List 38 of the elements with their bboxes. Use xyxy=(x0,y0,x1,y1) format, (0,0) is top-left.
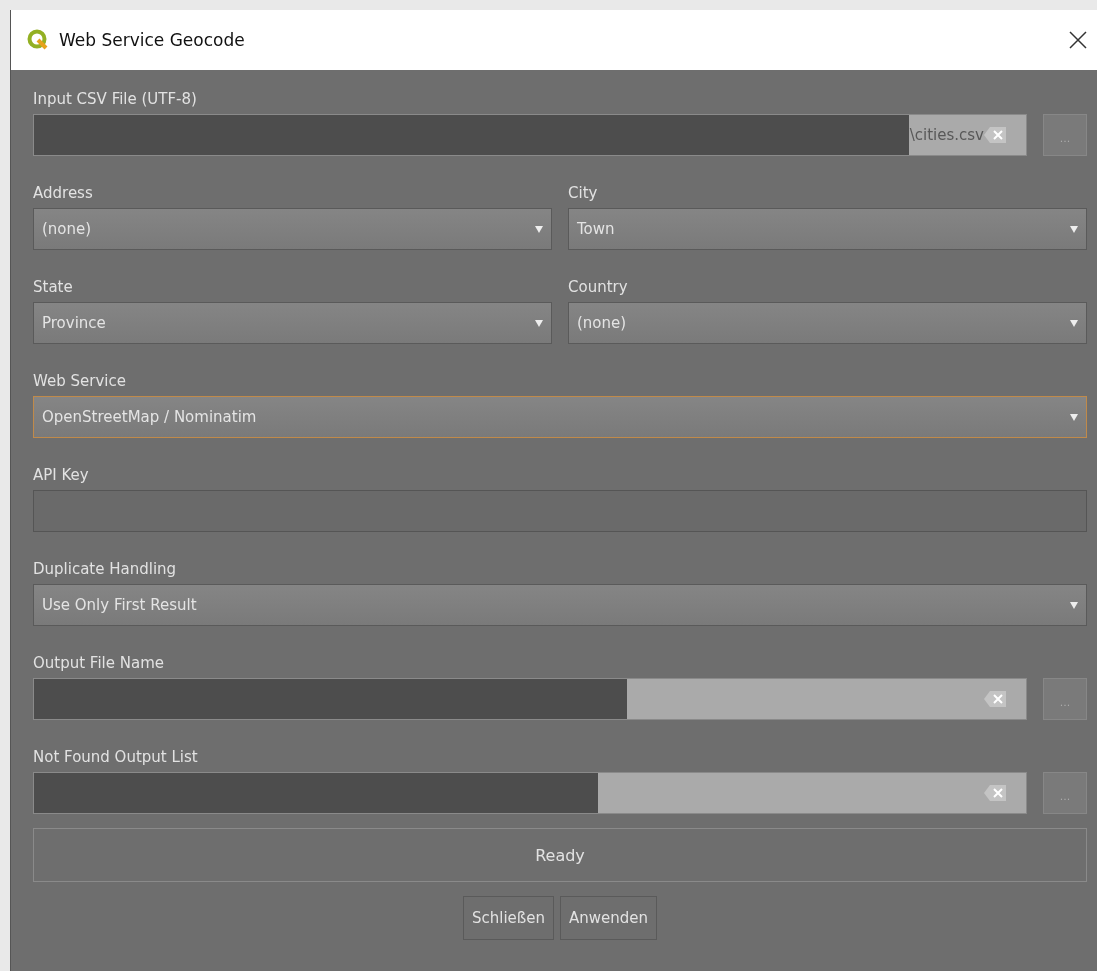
dropdown[interactable]: OpenStreetMap / Nominatim xyxy=(33,396,1087,438)
dialog-button[interactable]: Schließen xyxy=(462,896,554,940)
dropdown[interactable]: Use Only First Result xyxy=(33,584,1087,626)
file-path-field[interactable]: \cities.csv xyxy=(33,114,1027,156)
field-label: Duplicate Handling xyxy=(33,558,178,580)
clear-icon[interactable] xyxy=(984,785,1006,801)
field-label: Address xyxy=(33,182,94,204)
dropdown-arrow-icon xyxy=(1070,319,1078,327)
dropdown-arrow-icon xyxy=(1070,413,1078,421)
field-label: Web Service xyxy=(33,370,127,392)
dropdown[interactable]: (none) xyxy=(568,302,1087,344)
dropdown[interactable]: Town xyxy=(568,208,1087,250)
file-path-field[interactable] xyxy=(33,772,1027,814)
status-bar: Ready xyxy=(33,828,1087,882)
dropdown[interactable]: (none) xyxy=(33,208,552,250)
logo-icon xyxy=(27,29,49,51)
clear-icon[interactable] xyxy=(984,127,1006,143)
dropdown-arrow-icon xyxy=(1070,225,1078,233)
dropdown[interactable]: Province xyxy=(33,302,552,344)
file-path-field[interactable] xyxy=(33,678,1027,720)
field-label: Input CSV File (UTF-8) xyxy=(33,88,198,110)
clear-icon[interactable] xyxy=(984,691,1006,707)
close-icon[interactable] xyxy=(1069,31,1087,49)
window-title: Web Service Geocode xyxy=(59,30,246,50)
field-label: Country xyxy=(568,276,629,298)
browse-button[interactable]: ... xyxy=(1043,772,1087,814)
field-label: City xyxy=(568,182,599,204)
dialog-button[interactable]: Anwenden xyxy=(560,896,658,940)
browse-button[interactable]: ... xyxy=(1043,114,1087,156)
field-label: State xyxy=(33,276,74,298)
dropdown-arrow-icon xyxy=(1070,601,1078,609)
field-label: Output File Name xyxy=(33,652,165,674)
input-field[interactable] xyxy=(33,490,1087,532)
browse-button[interactable]: ... xyxy=(1043,678,1087,720)
field-label: API Key xyxy=(33,464,90,486)
dropdown-arrow-icon xyxy=(535,319,543,327)
field-label: Not Found Output List xyxy=(33,746,199,768)
dropdown-arrow-icon xyxy=(535,225,543,233)
